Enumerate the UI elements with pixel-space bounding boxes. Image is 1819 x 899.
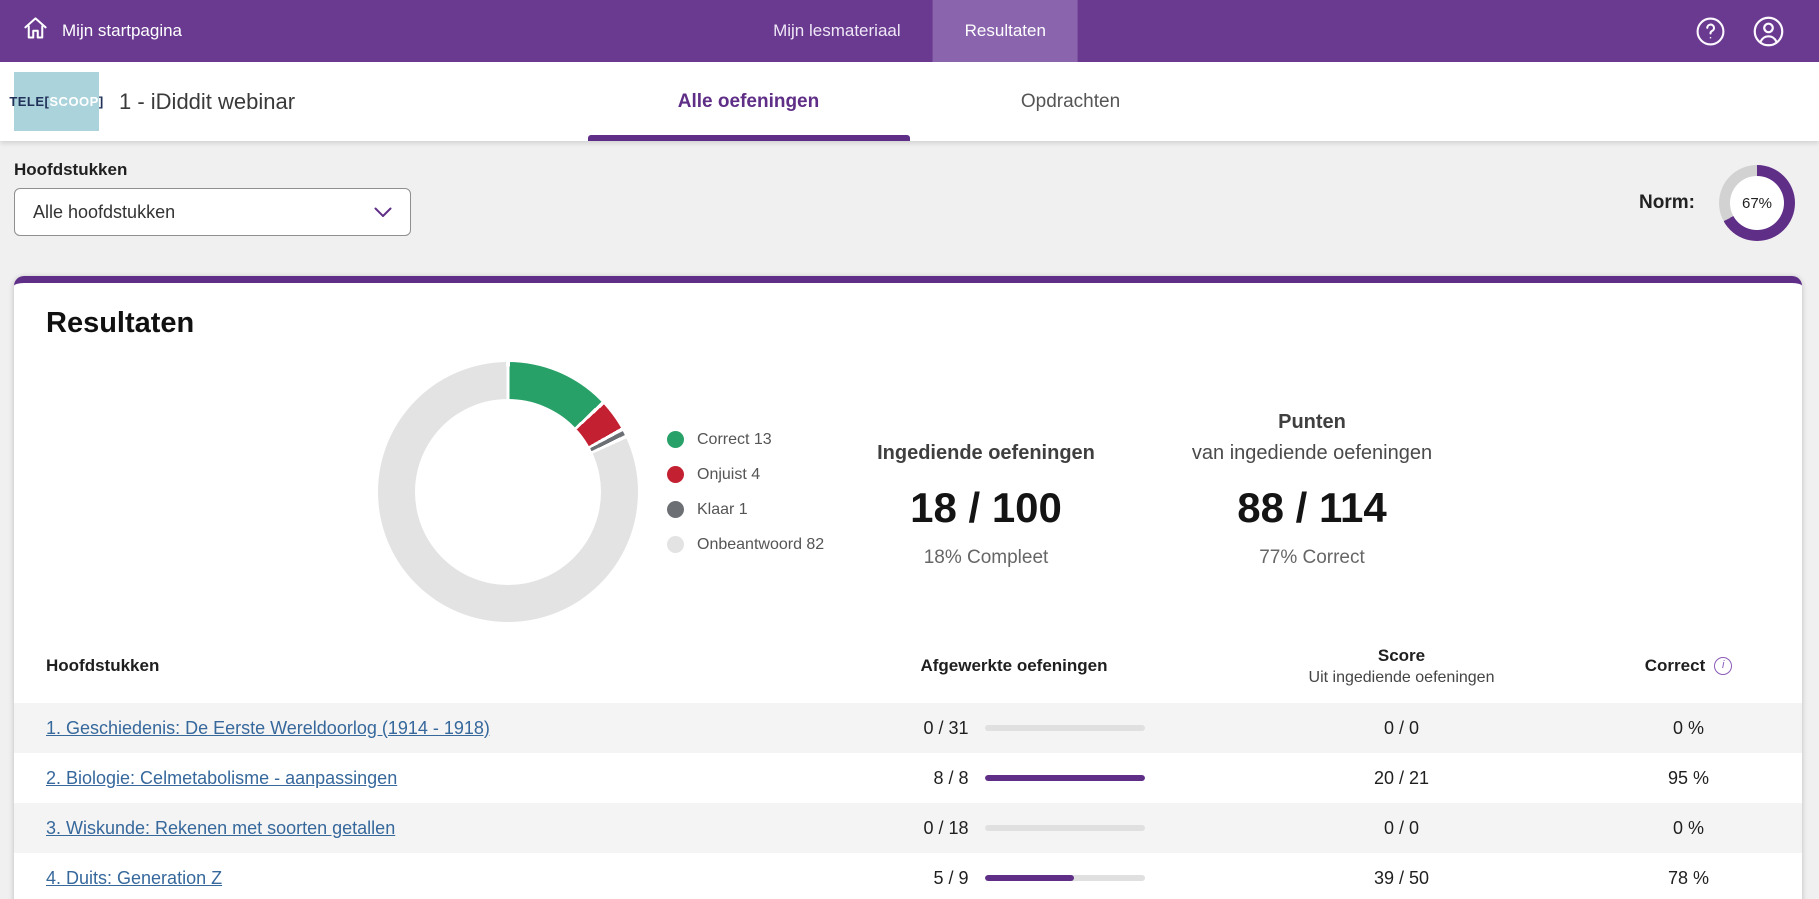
legend-label: Klaar 1 — [697, 500, 748, 518]
col-correct: Correct i — [1589, 656, 1788, 676]
results-donut — [378, 362, 638, 622]
completed-cell: 8 / 8 — [814, 768, 1214, 789]
nav-icons — [1695, 15, 1785, 48]
col-chapters: Hoofdstukken — [46, 656, 160, 675]
correct-value: 0 % — [1672, 717, 1705, 738]
correct-value: 78 % — [1667, 867, 1710, 888]
completed-value: 8 / 8 — [933, 767, 969, 788]
table-rows: 1. Geschiedenis: De Eerste Wereldoorlog … — [14, 703, 1802, 899]
progress-bar — [984, 775, 1145, 781]
col-score: Score Uit ingediende oefeningen — [1214, 646, 1589, 687]
telescoop-logo: TELE[SCOOP] — [9, 72, 103, 131]
progress-fill — [984, 875, 1075, 881]
results-donut-hole — [415, 399, 601, 585]
legend-dot-icon — [667, 466, 684, 483]
course-header: TELE[SCOOP] 1 - iDiddit webinar Alle oef… — [0, 62, 1819, 141]
progress-fill — [984, 775, 1145, 781]
correct-value: 95 % — [1667, 767, 1710, 788]
table-row: 4. Duits: Generation Z 5 / 9 39 / 50 78 % — [14, 853, 1802, 899]
page: Mijn startpagina Mijn lesmateriaal Resul… — [0, 0, 1819, 899]
score-value: 0 / 0 — [1383, 717, 1420, 738]
help-icon[interactable] — [1695, 16, 1726, 47]
chapter-link[interactable]: 4. Duits: Generation Z — [46, 868, 222, 888]
course-title: 1 - iDiddit webinar — [119, 88, 296, 114]
content-tabs: Alle oefeningen Opdrachten — [587, 62, 1232, 141]
home-icon — [22, 15, 49, 47]
score-value: 20 / 21 — [1373, 767, 1430, 788]
home-label: Mijn startpagina — [62, 21, 183, 40]
chapter-link[interactable]: 2. Biologie: Celmetabolisme - aanpassing… — [46, 768, 397, 788]
chapters-select[interactable]: Alle hoofdstukken — [14, 188, 411, 236]
chapter-link[interactable]: 1. Geschiedenis: De Eerste Wereldoorlog … — [46, 718, 490, 738]
active-tab-underline — [587, 135, 910, 141]
completed-cell: 0 / 31 — [814, 718, 1214, 739]
legend-dot-icon — [667, 501, 684, 518]
completed-value: 5 / 9 — [933, 867, 969, 888]
table-row: 1. Geschiedenis: De Eerste Wereldoorlog … — [14, 703, 1802, 753]
tab-alle-oefeningen[interactable]: Alle oefeningen — [587, 62, 910, 141]
results-title: Resultaten — [46, 307, 195, 339]
chevron-down-icon — [374, 207, 392, 217]
table-header: Hoofdstukken Afgewerkte oefeningen Score… — [14, 629, 1802, 703]
norm-donut-chart: 67% — [1719, 165, 1795, 241]
score-value: 39 / 50 — [1373, 867, 1430, 888]
table-row: 3. Wiskunde: Rekenen met soorten getalle… — [14, 803, 1802, 853]
correct-value: 0 % — [1672, 817, 1705, 838]
stat-points-label: van ingediende oefeningen — [1191, 442, 1433, 464]
completed-value: 0 / 18 — [923, 817, 969, 838]
home-link[interactable]: Mijn startpagina — [22, 15, 182, 47]
chapters-filter-label: Hoofdstukken — [14, 160, 128, 179]
stat-points-heading: Punten — [1278, 411, 1346, 433]
col-completed: Afgewerkte oefeningen — [920, 656, 1108, 675]
info-icon[interactable]: i — [1714, 657, 1733, 675]
nav-item-lesmateriaal[interactable]: Mijn lesmateriaal — [741, 0, 933, 62]
legend-dot-icon — [667, 431, 684, 448]
table-row: 2. Biologie: Celmetabolisme - aanpassing… — [14, 753, 1802, 803]
norm-widget: Norm: 67% — [1639, 165, 1795, 241]
legend-label: Onjuist 4 — [697, 465, 761, 483]
score-value: 0 / 0 — [1383, 817, 1420, 838]
progress-bar — [984, 725, 1145, 731]
col-score-sub: Uit ingediende oefeningen — [1308, 668, 1495, 686]
legend-dot-icon — [667, 536, 684, 553]
progress-bar — [984, 875, 1145, 881]
completed-cell: 0 / 18 — [814, 818, 1214, 839]
chapters-select-value: Alle hoofdstukken — [33, 201, 176, 222]
norm-label: Norm: — [1639, 192, 1695, 213]
progress-bar — [984, 825, 1145, 831]
completed-cell: 5 / 9 — [814, 868, 1214, 889]
norm-value: 67% — [1741, 194, 1773, 212]
stat-points: Punten van ingediende oefeningen 88 / 11… — [1112, 407, 1512, 571]
legend-label: Correct 13 — [697, 430, 772, 448]
nav-item-resultaten[interactable]: Resultaten — [932, 0, 1078, 62]
stat-points-caption: 77% Correct — [1259, 547, 1365, 568]
top-navbar: Mijn startpagina Mijn lesmateriaal Resul… — [0, 0, 1819, 62]
top-nav-items: Mijn lesmateriaal Resultaten — [741, 0, 1078, 62]
tab-opdrachten[interactable]: Opdrachten — [910, 62, 1232, 141]
profile-icon[interactable] — [1752, 15, 1785, 48]
results-card: Resultaten Correct 13 Onjuist 4 Klaar 1 Onb… — [14, 276, 1802, 899]
chapter-link[interactable]: 3. Wiskunde: Rekenen met soorten getalle… — [46, 818, 395, 838]
completed-value: 0 / 31 — [923, 717, 969, 738]
stat-points-value: 88 / 114 — [1237, 484, 1387, 531]
